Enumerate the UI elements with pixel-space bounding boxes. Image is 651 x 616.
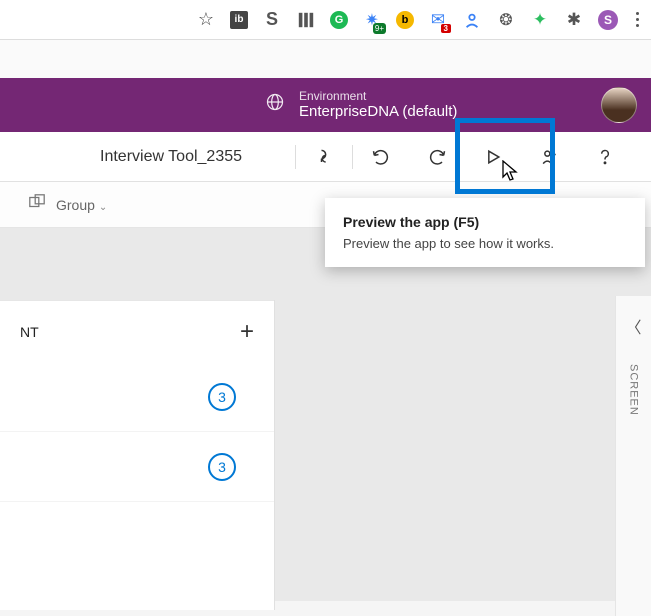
preview-button[interactable] xyxy=(465,132,521,181)
browser-content-gap xyxy=(0,40,651,78)
person-extension-icon[interactable] xyxy=(462,10,482,30)
left-panel: NT + 3 3 xyxy=(0,300,275,610)
extension-icon-burst[interactable]: ✷ xyxy=(362,10,382,30)
evernote-icon[interactable]: ✦ xyxy=(530,10,550,30)
profile-avatar-icon[interactable]: S xyxy=(598,10,618,30)
mail-extension-icon[interactable]: ✉ xyxy=(428,10,448,30)
panel-title-fragment: NT xyxy=(20,324,39,340)
redo-button[interactable] xyxy=(409,132,465,181)
bookmark-star-icon[interactable]: ☆ xyxy=(196,10,216,30)
expand-panel-icon[interactable]: 〈 xyxy=(625,314,641,338)
extension-icon-1[interactable]: ib xyxy=(230,11,248,29)
count-badge: 3 xyxy=(208,453,236,481)
chevron-down-icon: ⌄ xyxy=(99,202,107,213)
user-avatar[interactable] xyxy=(601,87,637,123)
help-button[interactable] xyxy=(577,132,633,181)
command-bar: Interview Tool_2355 xyxy=(0,132,651,182)
list-item[interactable]: 3 xyxy=(0,432,274,502)
app-checker-button[interactable] xyxy=(296,132,352,181)
panel-header: NT + xyxy=(0,300,274,362)
canvas-area: NT + 3 3 〈 SCREEN xyxy=(0,228,651,601)
undo-button[interactable] xyxy=(353,132,409,181)
right-rail: 〈 SCREEN xyxy=(615,296,651,616)
grammarly-icon[interactable]: G xyxy=(330,11,348,29)
tooltip-title: Preview the app (F5) xyxy=(343,214,627,230)
group-icon[interactable] xyxy=(28,193,46,216)
right-rail-label[interactable]: SCREEN xyxy=(628,364,640,416)
add-icon[interactable]: + xyxy=(240,318,254,346)
group-label-text: Group xyxy=(56,197,95,213)
app-header: Environment EnterpriseDNA (default) xyxy=(0,78,651,132)
app-name: Interview Tool_2355 xyxy=(100,148,242,166)
browser-menu-icon[interactable] xyxy=(632,12,643,27)
tooltip-body: Preview the app to see how it works. xyxy=(343,236,627,251)
extension-icon-bars[interactable] xyxy=(296,10,316,30)
browser-extension-bar: ☆ ib S G ✷ b ✉ ❂ ✦ ✱ S xyxy=(0,0,651,40)
preview-tooltip: Preview the app (F5) Preview the app to … xyxy=(325,198,645,267)
list-item[interactable]: 3 xyxy=(0,362,274,432)
globe-icon xyxy=(265,92,285,117)
environment-selector[interactable]: Environment EnterpriseDNA (default) xyxy=(265,89,457,121)
extensions-puzzle-icon[interactable]: ✱ xyxy=(564,10,584,30)
extension-icon-yellow[interactable]: b xyxy=(396,11,414,29)
count-badge: 3 xyxy=(208,383,236,411)
environment-label: Environment xyxy=(299,89,457,103)
share-button[interactable] xyxy=(521,132,577,181)
skype-icon[interactable]: S xyxy=(262,10,282,30)
group-dropdown[interactable]: Group ⌄ xyxy=(56,197,107,213)
environment-name: EnterpriseDNA (default) xyxy=(299,103,457,121)
extension-icon-pet[interactable]: ❂ xyxy=(496,10,516,30)
